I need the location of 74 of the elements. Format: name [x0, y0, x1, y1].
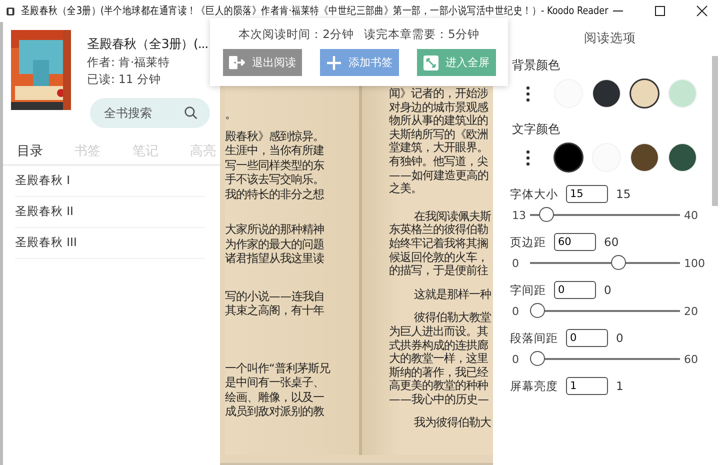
- section-label: 背景颜色: [512, 57, 561, 74]
- book-text-line: 式拱券构成的连拱廊: [389, 338, 489, 352]
- book-text-line: 斯纳的著作，我已经: [389, 366, 490, 379]
- search-field[interactable]: 全书搜索: [90, 98, 210, 128]
- book-text-line: 为巨人进出而设。其: [389, 324, 489, 338]
- slider-max: 100: [684, 256, 705, 270]
- book-text-line: 。: [225, 108, 237, 122]
- value-reading: 0: [604, 283, 612, 297]
- value-field[interactable]: 60: [554, 233, 596, 251]
- book-text-line: 候返回伦敦的火车，: [389, 250, 489, 264]
- book-author: 作者: 肯·福莱特: [87, 55, 172, 70]
- slider-max: 20: [684, 304, 698, 318]
- value-reading: 15: [616, 187, 631, 201]
- slider-min: 0: [512, 352, 520, 366]
- book-text-line: 大的教堂一样，这里: [389, 352, 489, 366]
- value-field[interactable]: 0: [554, 281, 596, 299]
- value-field[interactable]: 1: [566, 377, 608, 395]
- book-text-line: ——如何建造更高的: [389, 168, 490, 182]
- book-text-line: ——我心中的历史—: [389, 392, 490, 406]
- book-text-line: 夫斯纳所写的《欧洲: [389, 128, 489, 142]
- book-text-line: 写的小说——连我自: [225, 290, 326, 304]
- book-title: 圣殿春秋（全3册）(...: [87, 36, 208, 53]
- setting-label: 字间距: [510, 282, 546, 298]
- toc-item[interactable]: 圣殿春秋 I: [15, 166, 205, 197]
- book-text-line: 写一些同样类型的东: [225, 158, 325, 173]
- book-text-line: 在我阅读佩夫斯: [412, 210, 492, 224]
- remaining-time: 读完本章需要：5分钟: [364, 27, 480, 42]
- book-text-line: 堂建筑，大开眼界。: [389, 141, 489, 155]
- panel-title: 阅读选项: [583, 30, 637, 47]
- slider-max: 60: [684, 352, 698, 366]
- book-text-line: 高更美的教堂的种种: [389, 379, 489, 393]
- book-text-line: 闻》记者的，开始涉: [389, 87, 489, 101]
- setting-label: 页边距: [510, 234, 546, 250]
- slider-min: 13: [512, 208, 526, 222]
- value-reading: 0: [616, 331, 624, 345]
- value-field[interactable]: 0: [566, 329, 608, 347]
- setting-label: 段落间距: [510, 330, 558, 346]
- slider-min: 0: [512, 256, 520, 270]
- book-text-line: 对身边的城市景观感: [389, 100, 490, 114]
- value-reading: 1: [616, 379, 624, 393]
- book-text-line: 生涯中，当你有所建: [225, 144, 325, 158]
- tab[interactable]: 目录: [15, 140, 45, 164]
- book-text-line: 成员到敌对派别的教: [225, 405, 325, 420]
- book-text-line: 为作家的最大的问题: [225, 238, 325, 252]
- read-time: 已读: 11 分钟: [87, 72, 162, 87]
- book-text-line: 始终牢记着我将其搁: [389, 236, 489, 251]
- slider-min: 0: [512, 304, 520, 318]
- setting-label: 字体大小: [510, 186, 558, 202]
- book-text-line: 绘画、雕像，以及一: [225, 390, 325, 405]
- toc-item[interactable]: 圣殿春秋 III: [15, 228, 205, 259]
- book-text-line: 殿春秋》感到惊异。: [225, 130, 325, 144]
- book-text-line: 彼得伯勒大教堂: [412, 311, 492, 325]
- book-text-line: 是中间有一张桌子、: [225, 376, 325, 390]
- book-text-line: 我的特长的非分之想: [225, 188, 325, 202]
- book-text-line: 大家所说的那种精神: [225, 223, 325, 238]
- session-time: 本次阅读时间：2分钟: [238, 27, 354, 42]
- book-text-line: 一个叫作“普利茅斯兄: [225, 362, 332, 376]
- book-text-line: 的描写，于是便前往: [389, 264, 490, 278]
- section-label: 文字颜色: [512, 121, 561, 138]
- setting-label: 屏幕亮度: [510, 378, 558, 394]
- book-text-line: 手不该去写交响乐。: [225, 173, 325, 188]
- book-text-line: 之美。: [389, 182, 423, 196]
- book-text-line: 东英格兰的彼得伯勒: [389, 223, 489, 237]
- book-text-line: 我为彼得伯勒大: [412, 416, 492, 430]
- book-text-line: 物所从事的建筑业的: [389, 114, 489, 128]
- toc-item[interactable]: 圣殿春秋 II: [15, 197, 205, 228]
- slider-max: 40: [684, 208, 698, 222]
- book-text-line: 诸君指望从我这里读: [225, 252, 325, 266]
- book-text-line: 这就是那样一种: [412, 288, 492, 302]
- book-text-line: 其束之高阁，有十年: [225, 304, 325, 318]
- window-title: 圣殿春秋（全3册）(半个地球都在通宵读！《巨人的陨落》作者肯·福莱特《中世纪三部曲》第一部，一部小说写活中世纪史！）- Koodo Reader: [20, 4, 608, 18]
- value-reading: 60: [604, 235, 619, 249]
- book-text-line: 有独钟。他写道，尖: [389, 154, 489, 169]
- value-field[interactable]: 15: [566, 185, 608, 203]
